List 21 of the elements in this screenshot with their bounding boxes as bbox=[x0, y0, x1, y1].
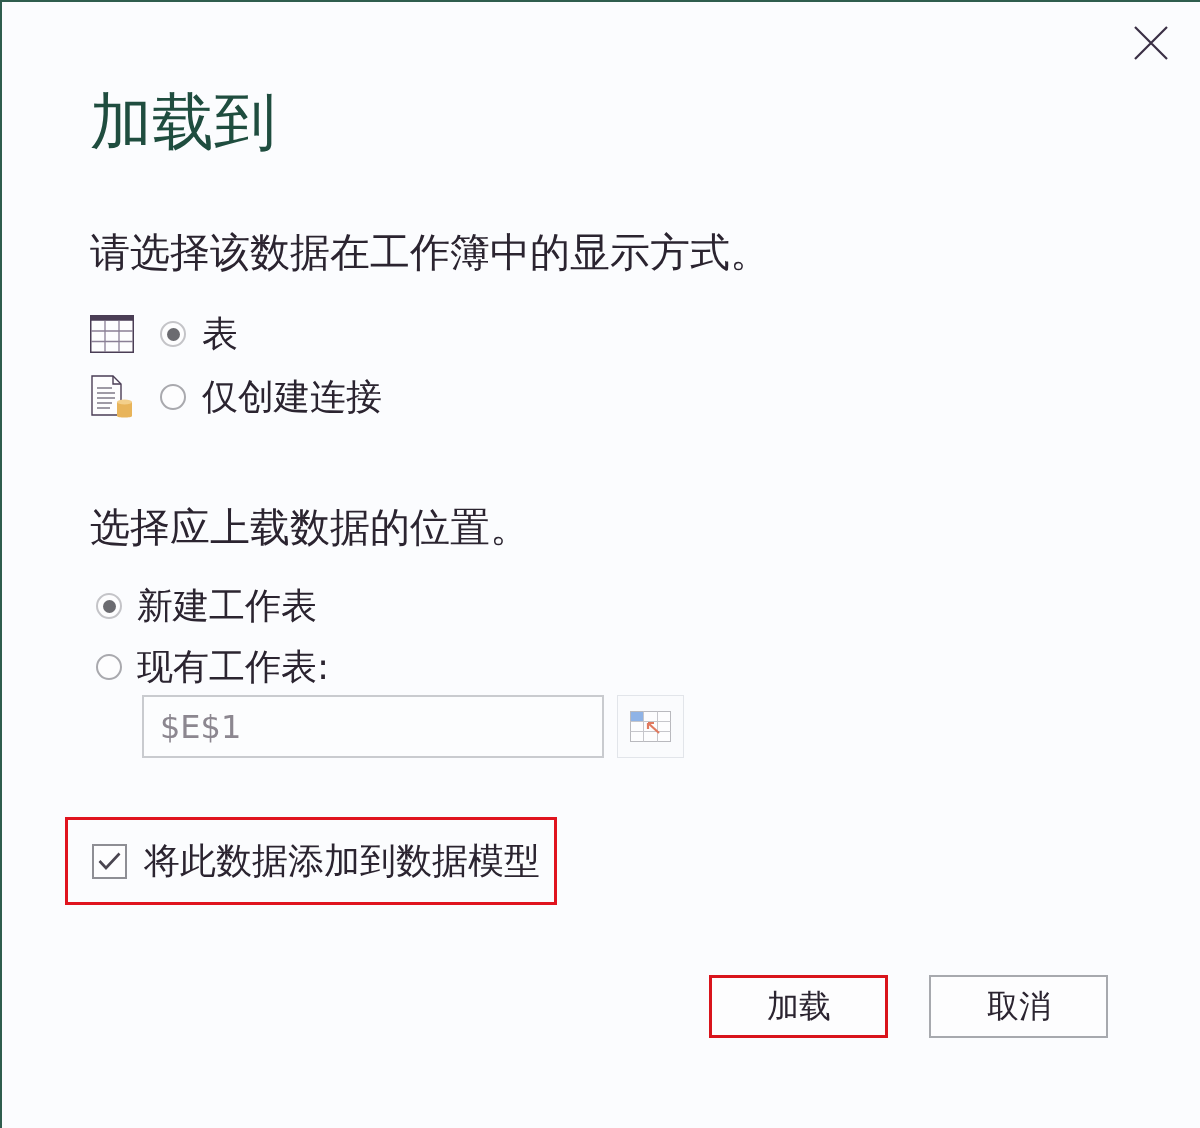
option-label[interactable]: 新建工作表 bbox=[137, 584, 317, 628]
display-prompt: 请选择该数据在工作簿中的显示方式。 bbox=[90, 228, 770, 277]
dialog-button[interactable]: 加载 bbox=[709, 975, 888, 1038]
radio-button[interactable] bbox=[160, 321, 186, 347]
dialog-button[interactable]: 取消 bbox=[929, 975, 1108, 1038]
option-label[interactable]: 仅创建连接 bbox=[202, 375, 382, 419]
dialog-title: 加载到 bbox=[90, 84, 276, 160]
radio-button[interactable] bbox=[160, 384, 186, 410]
close-button[interactable] bbox=[1132, 24, 1170, 62]
location-prompt: 选择应上载数据的位置。 bbox=[90, 503, 530, 552]
grid-arrow-icon bbox=[630, 711, 671, 742]
check-icon bbox=[98, 852, 121, 870]
document-database-icon bbox=[90, 375, 134, 419]
close-icon bbox=[1134, 26, 1168, 60]
table-icon bbox=[90, 315, 134, 353]
checkbox[interactable] bbox=[92, 843, 127, 879]
option-label[interactable]: 表 bbox=[202, 312, 238, 356]
option-label[interactable]: 现有工作表: bbox=[137, 645, 330, 689]
radio-button[interactable] bbox=[96, 654, 122, 680]
radio-button[interactable] bbox=[96, 593, 122, 619]
checkbox-label[interactable]: 将此数据添加到数据模型 bbox=[144, 839, 540, 883]
